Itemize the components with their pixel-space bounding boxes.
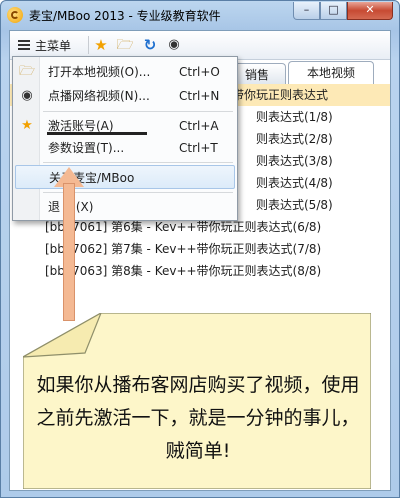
close-button[interactable]: ✕ xyxy=(347,2,393,20)
toolbar-divider xyxy=(88,36,89,54)
maximize-button[interactable]: □ xyxy=(320,2,347,20)
eye-icon: ◉ xyxy=(21,88,33,103)
menu-item-exit[interactable]: 退 出(X) xyxy=(13,195,237,219)
menu-item-open-local-video[interactable]: 🗁 打开本地视频(O)... Ctrl+O xyxy=(13,60,237,84)
app-window: 麦宝/MBoo 2013 - 专业级教育软件 – □ ✕ 主菜单 ★ 🗁 ↻ ◉… xyxy=(0,0,400,498)
refresh-icon[interactable]: ↻ xyxy=(141,36,159,54)
tab-local-video[interactable]: 本地视频 xyxy=(288,61,374,85)
emphasis-underline xyxy=(47,132,147,135)
app-logo-icon xyxy=(7,7,23,23)
menu-item-about[interactable]: 关于麦宝/MBoo xyxy=(15,165,235,189)
hamburger-icon xyxy=(18,40,30,50)
window-title: 麦宝/MBoo 2013 - 专业级教育软件 xyxy=(29,9,221,23)
eye-icon[interactable]: ◉ xyxy=(165,36,183,54)
main-menu-dropdown: 🗁 打开本地视频(O)... Ctrl+O ◉ 点播网络视频(N)... Ctr… xyxy=(12,56,238,221)
main-menu-label: 主菜单 xyxy=(35,38,72,53)
menu-item-shortcut: Ctrl+O xyxy=(179,65,220,79)
annotation-arrow-shaft xyxy=(63,183,75,321)
menu-item-label: 打开本地视频(O)... xyxy=(48,65,151,79)
annotation-note: 如果你从播布客网店购买了视频，使用之前先激活一下，就是一分钟的事儿，贼简单! xyxy=(23,313,371,489)
title-bar[interactable]: 麦宝/MBoo 2013 - 专业级教育软件 – □ ✕ xyxy=(1,1,399,29)
menu-item-label: 点播网络视频(N)... xyxy=(48,89,150,103)
main-menu-button[interactable]: 主菜单 xyxy=(14,35,75,55)
note-text: 如果你从播布客网店购买了视频，使用之前先激活一下，就是一分钟的事儿，贼简单! xyxy=(36,374,360,462)
menu-item-settings[interactable]: 参数设置(T)... Ctrl+T xyxy=(13,136,237,160)
menu-item-shortcut: Ctrl+A xyxy=(179,119,219,133)
menu-item-label: 参数设置(T)... xyxy=(48,141,125,155)
folder-icon: 🗁 xyxy=(19,64,36,79)
star-icon: ★ xyxy=(21,118,33,133)
menu-separator xyxy=(43,111,233,112)
folder-open-icon[interactable]: 🗁 xyxy=(116,36,134,54)
star-icon[interactable]: ★ xyxy=(92,36,110,54)
menu-item-shortcut: Ctrl+T xyxy=(179,141,218,155)
minimize-button[interactable]: – xyxy=(293,2,320,20)
menu-item-network-video[interactable]: ◉ 点播网络视频(N)... Ctrl+N xyxy=(13,84,237,108)
menu-separator xyxy=(43,162,233,163)
menu-item-shortcut: Ctrl+N xyxy=(179,89,220,103)
